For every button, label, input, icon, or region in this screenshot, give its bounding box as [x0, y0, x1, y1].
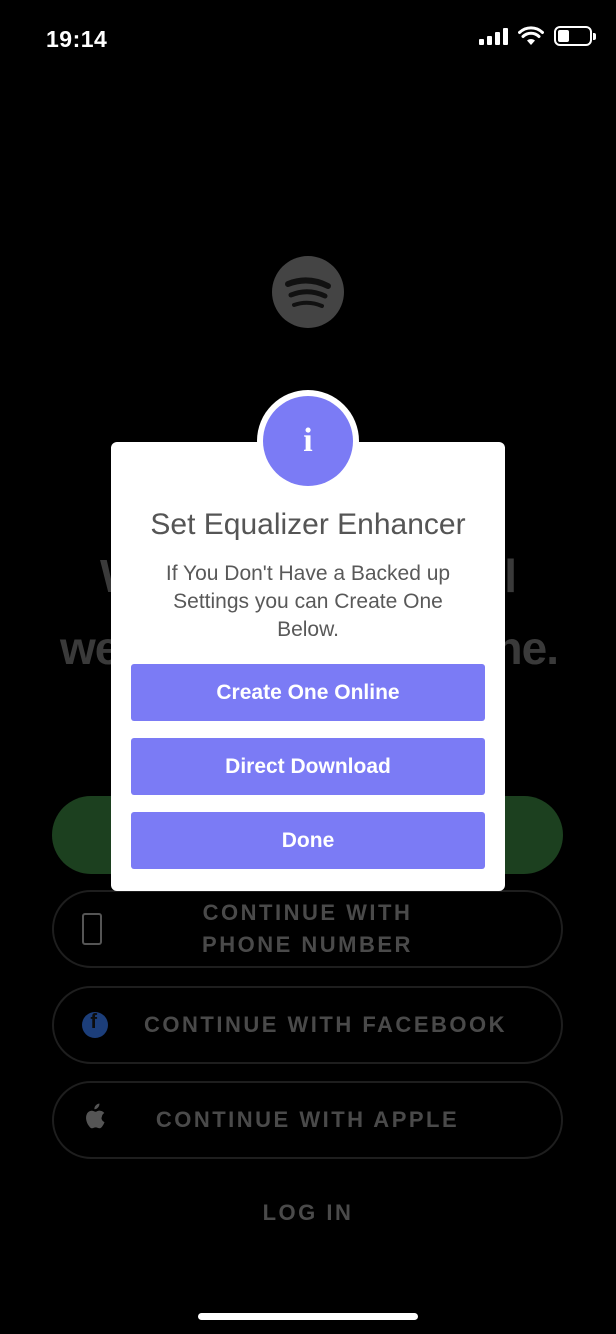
create-one-online-button[interactable]: Create One Online	[131, 664, 485, 721]
continue-facebook-button[interactable]: f CONTINUE WITH FACEBOOK	[52, 986, 563, 1064]
login-link[interactable]: LOG IN	[0, 1200, 616, 1226]
continue-facebook-label: CONTINUE WITH FACEBOOK	[144, 1012, 507, 1037]
dialog-title: Set Equalizer Enhancer	[150, 508, 466, 541]
info-glyph: i	[303, 422, 313, 459]
dialog-badge: i	[257, 390, 359, 492]
spotify-logo-icon	[272, 256, 344, 328]
direct-download-button[interactable]: Direct Download	[131, 738, 485, 795]
home-indicator[interactable]	[198, 1313, 418, 1320]
battery-fill	[558, 30, 569, 42]
battery-icon	[554, 26, 596, 46]
status-icons	[479, 26, 596, 46]
dialog-message: If You Don't Have a Backed up Settings y…	[165, 562, 451, 641]
continue-phone-button[interactable]: CONTINUE WITH PHONE NUMBER	[52, 890, 563, 968]
facebook-icon: f	[82, 1012, 108, 1038]
continue-apple-label: CONTINUE WITH APPLE	[155, 1107, 460, 1132]
info-icon: i	[263, 396, 353, 486]
phone-icon	[82, 913, 102, 945]
status-time: 19:14	[46, 26, 108, 52]
equalizer-dialog: Set Equalizer Enhancer If You Don't Have…	[111, 442, 505, 891]
cellular-signal-icon	[479, 27, 508, 45]
continue-phone-text: CONTINUE WITH PHONE NUMBER	[202, 900, 413, 957]
done-button[interactable]: Done	[131, 812, 485, 869]
wifi-icon	[518, 26, 544, 45]
continue-apple-button[interactable]: CONTINUE WITH APPLE	[52, 1081, 563, 1159]
continue-phone-label: CONTINUE WITH PHONE NUMBER	[202, 897, 413, 961]
apple-icon	[82, 1103, 106, 1138]
